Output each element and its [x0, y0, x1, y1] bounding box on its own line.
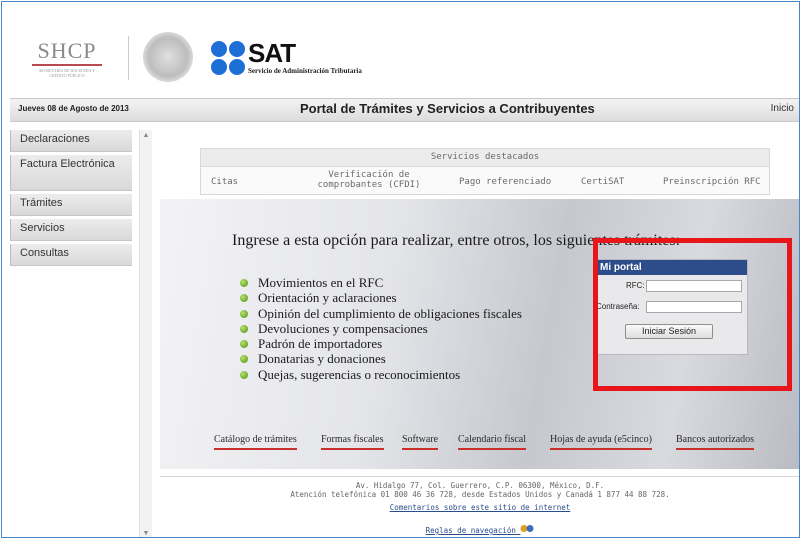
home-link[interactable]: Inicio [771, 103, 794, 114]
footer-address: Av. Hidalgo 77, Col. Guerrero, C.P. 0630… [355, 481, 605, 490]
featured-services-title: Servicios destacados [201, 149, 769, 167]
list-item[interactable]: Movimientos en el RFC [240, 275, 522, 290]
shcp-logo-subtext: SECRETARÍA DE HACIENDA Y CRÉDITO PÚBLICO [39, 68, 95, 78]
list-item[interactable]: Donatarias y donaciones [240, 351, 522, 366]
accessibility-icon [520, 525, 534, 532]
bullet-icon [240, 355, 248, 364]
shcp-logo-text: SHCP [32, 40, 102, 66]
scroll-up-icon[interactable]: ▲ [140, 132, 152, 139]
link-formas-fiscales[interactable]: Formas fiscales [321, 434, 384, 450]
sat-logo-text: SAT [248, 38, 296, 68]
header-divider [128, 36, 129, 80]
sidebar-item-label: Consultas [20, 247, 69, 259]
list-item-label: Devoluciones y compensaciones [258, 320, 428, 336]
sidebar-item-factura-electronica[interactable]: Factura Electrónica [10, 155, 132, 191]
link-calendario-fiscal[interactable]: Calendario fiscal [458, 434, 527, 450]
tramites-list: Movimientos en el RFC Orientación y acla… [240, 275, 522, 382]
list-item-label: Donatarias y donaciones [258, 351, 386, 367]
login-panel: Mi portal RFC: Contraseña: Iniciar Sesió… [595, 259, 748, 355]
sat-dots-icon [211, 41, 245, 75]
bullet-icon [240, 309, 248, 318]
list-item[interactable]: Devoluciones y compensaciones [240, 321, 522, 336]
bullet-icon [240, 340, 248, 349]
list-item[interactable]: Padrón de importadores [240, 336, 522, 351]
site-header: SHCP SECRETARÍA DE HACIENDA Y CRÉDITO PÚ… [10, 10, 799, 88]
sidebar-item-label: Servicios [20, 222, 65, 234]
sidebar-item-consultas[interactable]: Consultas [10, 244, 132, 266]
list-item[interactable]: Opinión del cumplimiento de obligaciones… [240, 306, 522, 321]
login-button[interactable]: Iniciar Sesión [625, 324, 713, 339]
footer-phone: Atención telefónica 01 800 46 36 728, de… [290, 490, 670, 499]
featured-link-pago-referenciado[interactable]: Pago referenciado [459, 177, 551, 187]
page-title: Portal de Trámites y Servicios a Contrib… [300, 101, 595, 116]
list-item-label: Quejas, sugerencias o reconocimientos [258, 366, 461, 382]
list-item-label: Movimientos en el RFC [258, 275, 384, 290]
list-item[interactable]: Orientación y aclaraciones [240, 290, 522, 305]
featured-link-certisat[interactable]: CertiSAT [581, 177, 624, 187]
sat-logo-subtext: Servicio de Administración Tributaria [248, 67, 362, 75]
bullet-icon [240, 294, 248, 303]
banner-heading: Ingrese a esta opción para realizar, ent… [232, 232, 681, 249]
link-bancos-autorizados[interactable]: Bancos autorizados [676, 434, 755, 450]
link-software[interactable]: Software [402, 434, 439, 450]
password-input[interactable] [646, 301, 742, 313]
sidebar-item-servicios[interactable]: Servicios [10, 219, 132, 241]
featured-link-preinscripcion-rfc[interactable]: Preinscripción RFC [663, 177, 761, 187]
sidebar-item-label: Trámites [20, 197, 63, 209]
list-item[interactable]: Quejas, sugerencias o reconocimientos [240, 367, 522, 382]
sidebar-nav: Declaraciones Factura Electrónica Trámit… [10, 130, 132, 537]
sidebar-item-label: Factura Electrónica [20, 158, 115, 170]
footer-divider [160, 476, 799, 477]
bullet-icon [240, 279, 248, 287]
password-label: Contraseña: [596, 302, 640, 311]
top-bar: Jueves 08 de Agosto de 2013 Portal de Tr… [10, 98, 799, 122]
current-date: Jueves 08 de Agosto de 2013 [18, 104, 129, 113]
shcp-logo[interactable]: SHCP SECRETARÍA DE HACIENDA Y CRÉDITO PÚ… [32, 40, 102, 80]
sidebar-item-label: Declaraciones [20, 133, 90, 145]
navigation-rules-link[interactable]: Reglas de navegación [160, 524, 799, 535]
rfc-input[interactable] [646, 280, 742, 292]
browser-frame: SHCP SECRETARÍA DE HACIENDA Y CRÉDITO PÚ… [1, 1, 800, 538]
scroll-down-icon[interactable]: ▼ [140, 530, 152, 537]
national-seal-icon [143, 32, 193, 82]
sidebar-scrollbar[interactable]: ▲ ▼ [139, 130, 152, 537]
sidebar-item-tramites[interactable]: Trámites [10, 194, 132, 216]
list-item-label: Opinión del cumplimiento de obligaciones… [258, 305, 522, 321]
login-panel-title: Mi portal [596, 260, 747, 275]
sat-logo[interactable]: SAT Servicio de Administración Tributari… [210, 38, 410, 80]
rfc-label: RFC: [626, 281, 645, 290]
link-hojas-ayuda[interactable]: Hojas de ayuda (e5cinco) [550, 434, 652, 450]
featured-link-verificacion-cfdi[interactable]: Verificación de comprobantes (CFDI) [311, 170, 427, 190]
featured-services: Servicios destacados Citas Verificación … [200, 148, 770, 195]
site-footer: Av. Hidalgo 77, Col. Guerrero, C.P. 0630… [160, 481, 799, 535]
bullet-icon [240, 324, 248, 333]
list-item-label: Padrón de importadores [258, 336, 383, 352]
list-item-label: Orientación y aclaraciones [258, 290, 397, 306]
bullet-icon [240, 370, 248, 379]
sidebar-item-declaraciones[interactable]: Declaraciones [10, 130, 132, 152]
navigation-rules-label: Reglas de navegación [425, 526, 516, 535]
comments-link[interactable]: Comentarios sobre este sitio de internet [160, 503, 799, 512]
featured-link-citas[interactable]: Citas [211, 177, 238, 187]
link-catalogo-tramites[interactable]: Catálogo de trámites [214, 434, 297, 450]
